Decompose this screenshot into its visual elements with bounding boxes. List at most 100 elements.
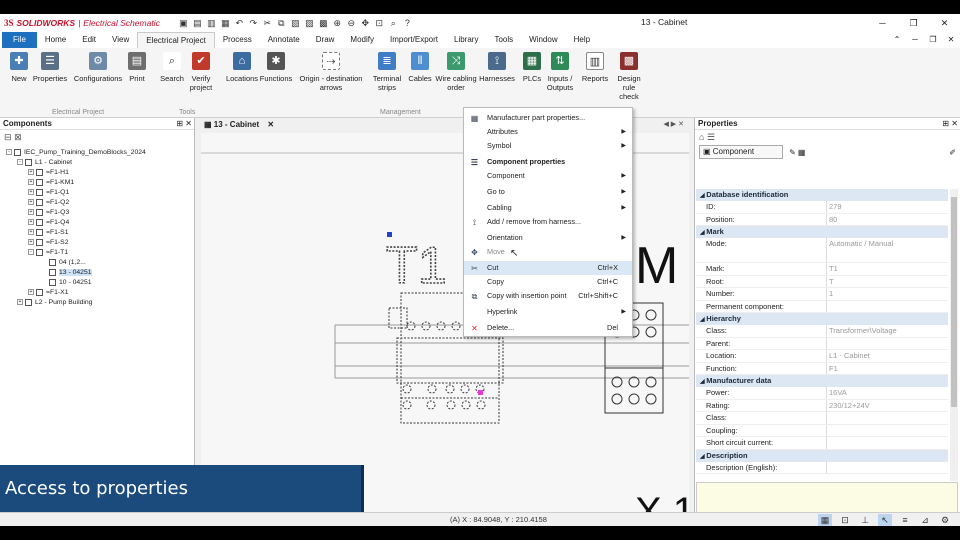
doc-restore-icon[interactable]: ❐	[924, 32, 942, 48]
collapse-icon[interactable]: -	[17, 159, 23, 166]
context-menu-item[interactable]: ⧉ Copy with insertion point Ctrl+Shift+C	[464, 289, 632, 303]
property-value[interactable]: 230/12+24V	[826, 399, 948, 411]
property-row[interactable]: Mode: Automatic / Manual	[696, 238, 948, 263]
tab-help[interactable]: Help	[566, 32, 598, 48]
component-selector[interactable]: ▣ Component	[699, 145, 784, 159]
snap-toggle-icon[interactable]: ⊡	[838, 514, 852, 526]
property-value[interactable]: Transformer\Voltage	[826, 325, 948, 337]
property-row[interactable]: Permanent component:	[696, 300, 948, 313]
close-icon[interactable]: ✕	[929, 14, 960, 32]
property-row[interactable]: Mark: T1	[696, 263, 948, 276]
copy-icon[interactable]: ⧉	[276, 18, 287, 29]
close-tab-icon[interactable]: ✕	[267, 120, 274, 129]
property-row[interactable]: Description (English):	[696, 461, 948, 474]
expand-icon[interactable]: +	[28, 219, 34, 226]
tab-prev-icon[interactable]: ◀	[663, 121, 668, 128]
terminal-strips-button[interactable]: ≣ Terminal strips	[370, 52, 404, 92]
paste-icon[interactable]: ▧	[290, 18, 301, 29]
property-row[interactable]: Rating: 230/12+24V	[696, 399, 948, 412]
properties-scroll-thumb[interactable]	[951, 197, 957, 407]
locations-button[interactable]: ⌂ Locations	[224, 52, 260, 83]
property-row[interactable]: Coupling:	[696, 424, 948, 437]
property-section-header[interactable]: ◢ Hierarchy	[696, 313, 948, 325]
doc-minimize-icon[interactable]: ─	[906, 32, 924, 48]
doc-close-icon[interactable]: ✕	[942, 32, 960, 48]
property-row[interactable]: Root: T	[696, 275, 948, 288]
tree-node[interactable]: + =F1-X1	[0, 288, 194, 298]
measure-icon[interactable]: ⊿	[918, 514, 932, 526]
verify-project-button[interactable]: ✔ Verify project	[186, 52, 216, 92]
context-menu-item[interactable]: ☰ Component properties	[464, 155, 632, 169]
expand-icon[interactable]: +	[28, 209, 34, 216]
context-menu-item[interactable]: Hyperlink ▶	[464, 305, 632, 319]
tab-edit[interactable]: Edit	[74, 32, 104, 48]
property-row[interactable]: ID: 279	[696, 201, 948, 214]
zoom-in-icon[interactable]: ⊕	[332, 18, 343, 29]
design-rule-check-button[interactable]: ▩ Design rule check	[612, 52, 646, 101]
expand-icon[interactable]: +	[28, 179, 34, 186]
wrench-icon[interactable]: ✎	[789, 148, 796, 157]
property-value[interactable]	[826, 424, 948, 436]
tab-view[interactable]: View	[104, 32, 137, 48]
tab-library[interactable]: Library	[446, 32, 486, 48]
pan-icon[interactable]: ✥	[360, 18, 371, 29]
property-row[interactable]: Position: 80	[696, 213, 948, 226]
property-value[interactable]	[826, 461, 948, 473]
new-button[interactable]: ✚ New	[8, 52, 30, 83]
cables-button[interactable]: ⫴ Cables	[406, 52, 434, 83]
property-section-header[interactable]: ◢ Description	[696, 449, 948, 462]
context-menu-item[interactable]: ⟟ Add / remove from harness...	[464, 215, 632, 229]
tree-node[interactable]: + =F1-KM1	[0, 178, 194, 188]
inputs-outputs-button[interactable]: ⇅ Inputs / Outputs	[544, 52, 576, 92]
functions-button[interactable]: ✱ Functions	[258, 52, 294, 83]
expand-icon[interactable]: +	[28, 289, 34, 296]
tree-node[interactable]: + =F1-Q3	[0, 208, 194, 218]
context-menu-item[interactable]: ▦ Manufacturer part properties...	[464, 111, 632, 125]
tree-node[interactable]: + =F1-S1	[0, 228, 194, 238]
tree-options-icon[interactable]: ⊠	[14, 132, 22, 142]
settings-cog-icon[interactable]: ⚙	[938, 514, 952, 526]
pointer-mode-icon[interactable]: ↖	[878, 514, 892, 526]
collapse-all-icon[interactable]: ⊟	[4, 132, 12, 142]
collapse-icon[interactable]: -	[6, 149, 12, 156]
tab-process[interactable]: Process	[215, 32, 260, 48]
tree-node[interactable]: + =F1-H1	[0, 168, 194, 178]
list-view-icon[interactable]: ☰	[707, 132, 715, 142]
tab-file[interactable]: File	[2, 32, 37, 48]
expand-icon[interactable]: +	[28, 239, 34, 246]
property-value[interactable]: F1	[826, 362, 948, 374]
tab-import-export[interactable]: Import/Export	[382, 32, 446, 48]
properties-button[interactable]: ☰ Properties	[32, 52, 68, 83]
undo-icon[interactable]: ↶	[234, 18, 245, 29]
tab-tools[interactable]: Tools	[486, 32, 521, 48]
print-button[interactable]: ▤ Print	[126, 52, 148, 83]
property-row[interactable]: Parent:	[696, 337, 948, 350]
context-menu-item[interactable]: ✥ Move	[464, 245, 632, 259]
tab-close-icon[interactable]: ✕	[678, 121, 684, 128]
tab-home[interactable]: Home	[37, 32, 74, 48]
property-value[interactable]	[826, 300, 948, 312]
expand-icon[interactable]: +	[28, 169, 34, 176]
property-value[interactable]: 1	[826, 288, 948, 300]
tab-annotate[interactable]: Annotate	[260, 32, 308, 48]
property-row[interactable]: Class: Transformer\Voltage	[696, 325, 948, 338]
property-value[interactable]: 279	[826, 201, 948, 213]
reports-button[interactable]: ▥ Reports	[580, 52, 610, 83]
delete-icon[interactable]: ▩	[318, 18, 329, 29]
search-button[interactable]: ⌕ Search	[158, 52, 186, 83]
property-value[interactable]: Automatic / Manual	[826, 238, 948, 262]
context-menu-item[interactable]: Orientation ▶	[464, 231, 632, 245]
new-icon[interactable]: ▣	[178, 18, 189, 29]
property-row[interactable]: Location: L1 - Cabinet	[696, 350, 948, 363]
context-menu-item[interactable]: Cabling ▶	[464, 201, 632, 215]
property-section-header[interactable]: ◢ Manufacturer data	[696, 375, 948, 387]
settings-icon[interactable]: ▦	[798, 148, 806, 157]
property-value[interactable]: 16VA	[826, 387, 948, 399]
tree-node[interactable]: 04 (1,2...	[0, 258, 194, 268]
save-icon[interactable]: ▤	[192, 18, 203, 29]
tree-node[interactable]: + =F1-Q2	[0, 198, 194, 208]
lineweight-icon[interactable]: ≡	[898, 514, 912, 526]
tree-node[interactable]: - IEC_Pump_Training_DemoBlocks_2024	[0, 148, 194, 158]
property-value[interactable]	[826, 412, 948, 424]
tab-modify[interactable]: Modify	[342, 32, 382, 48]
